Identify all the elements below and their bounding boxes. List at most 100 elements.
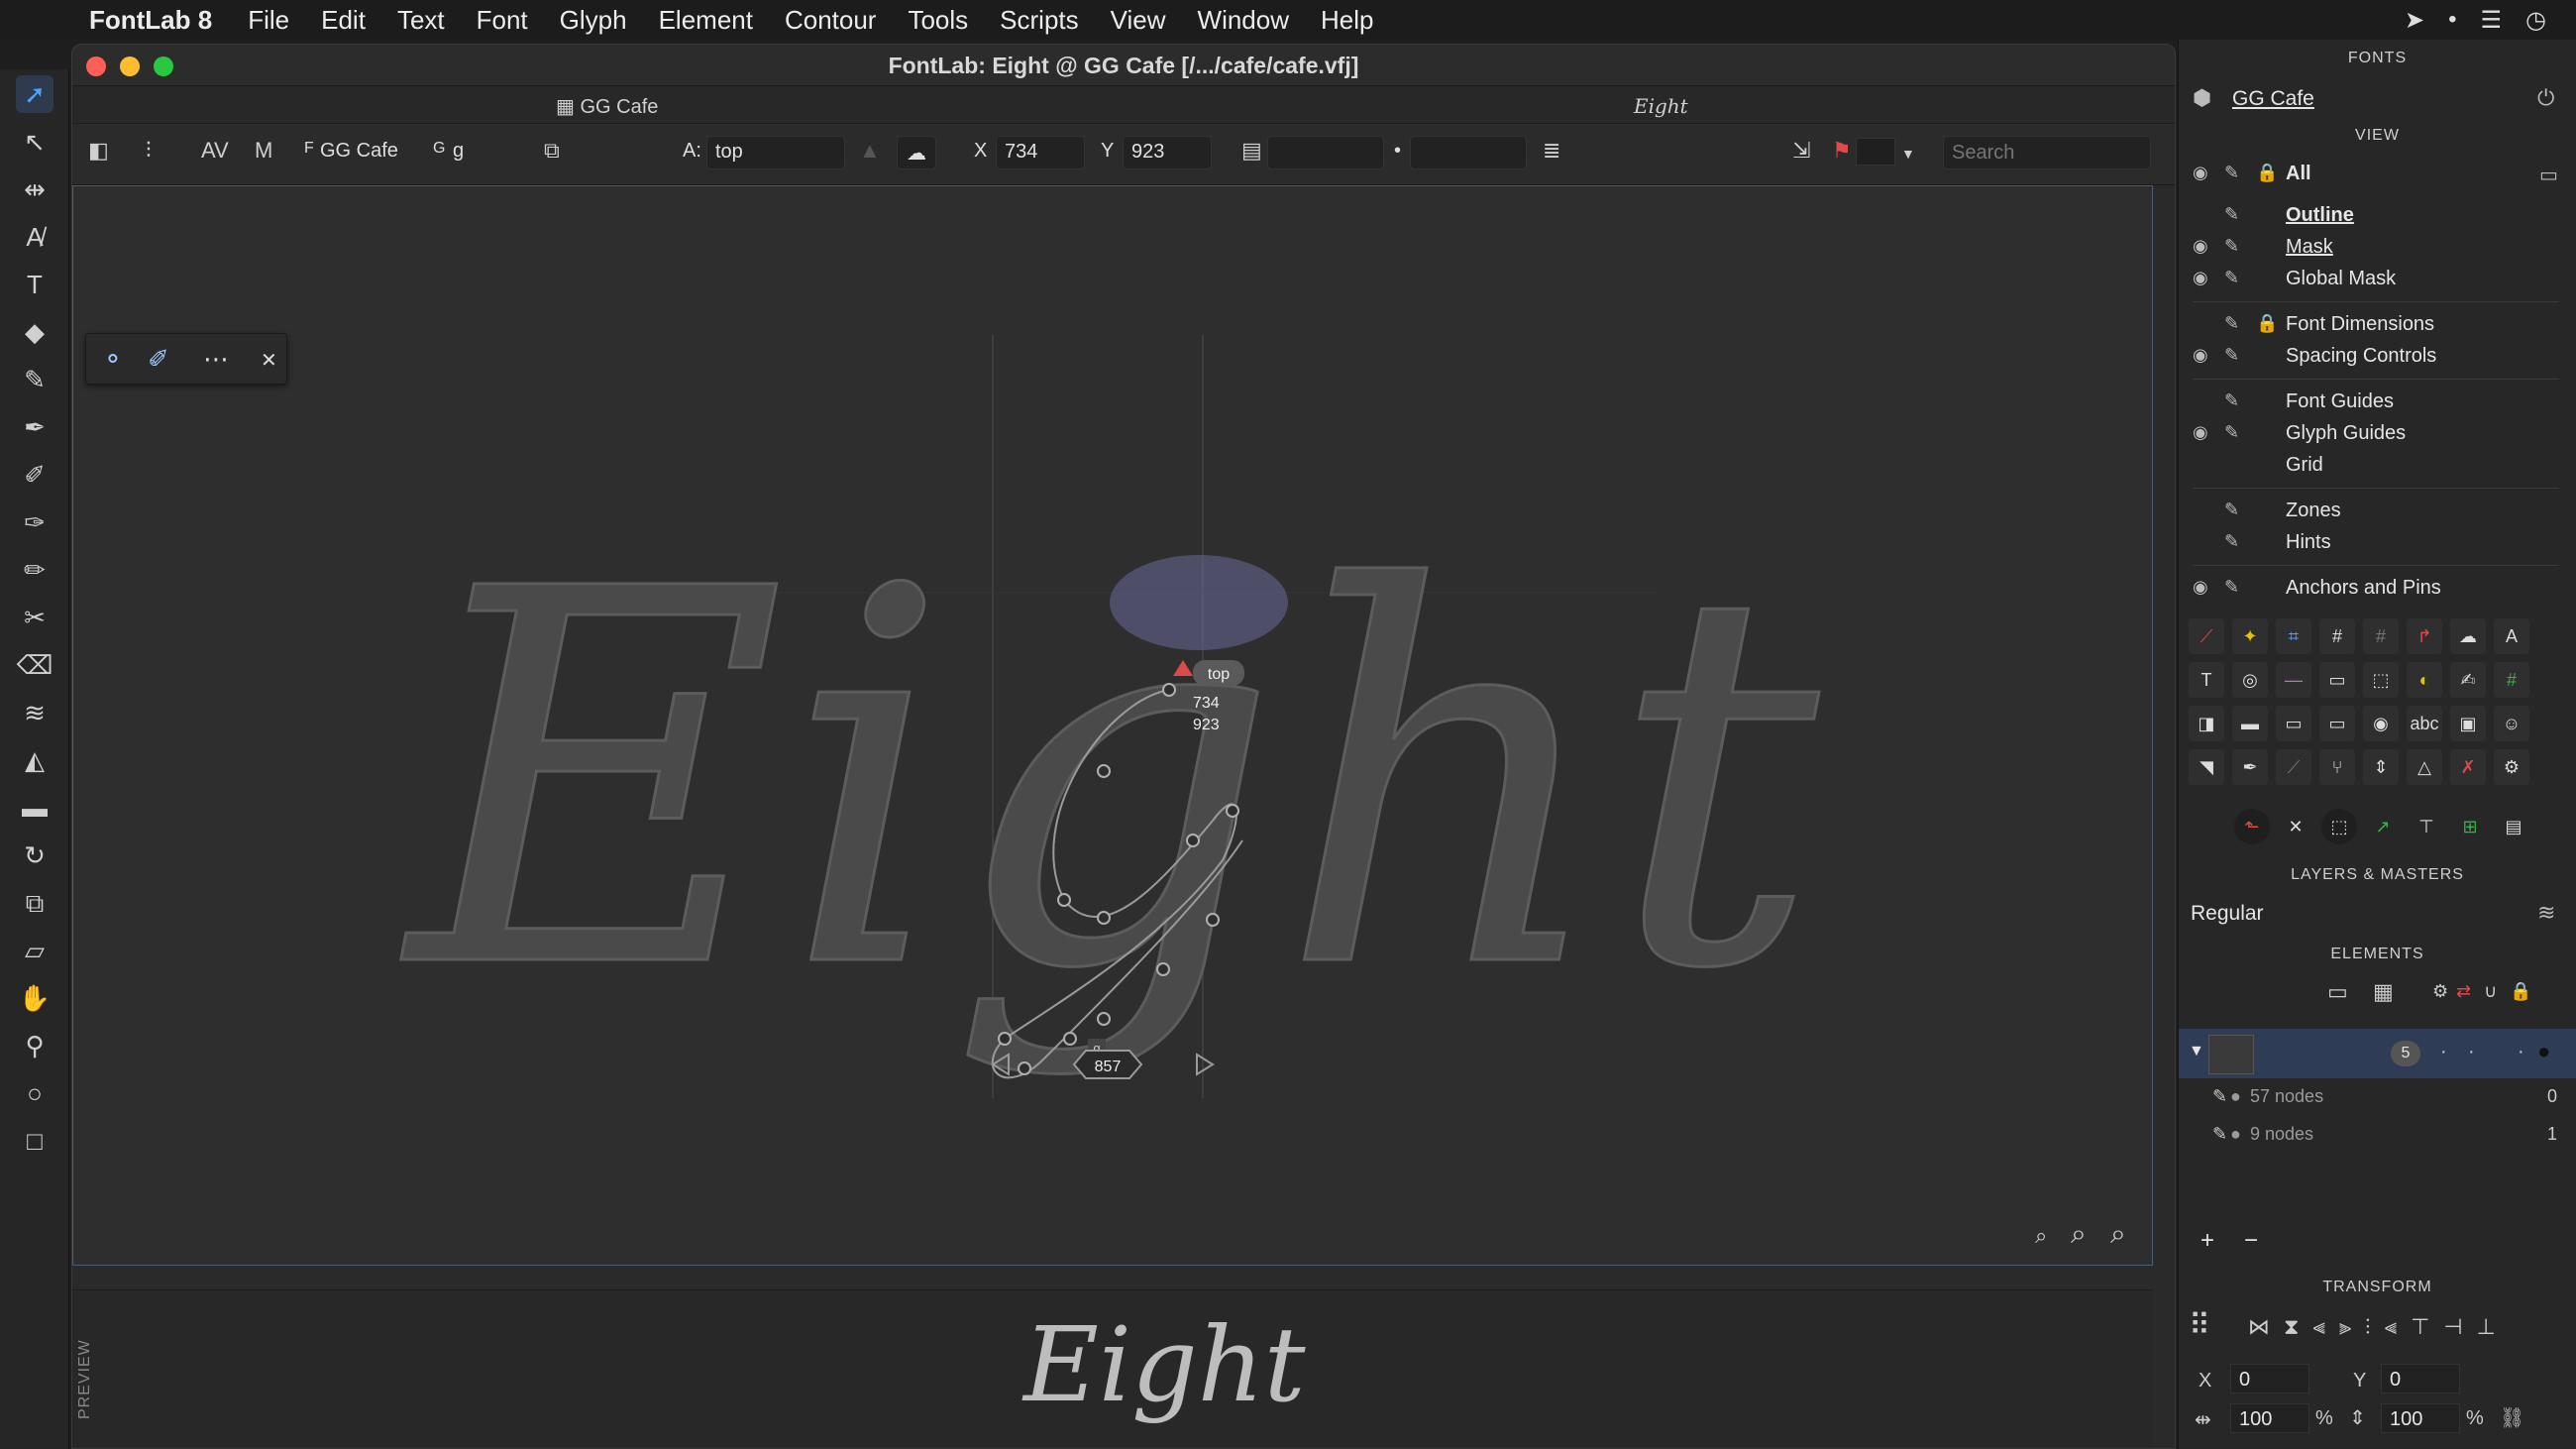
link-proportions-icon[interactable]: ⛓ <box>2500 1405 2524 1430</box>
rapid-tool-icon[interactable]: ✐ <box>16 456 54 494</box>
zoom-out-icon[interactable]: ⌕ <box>2035 1224 2047 1249</box>
view-item-glyph-guides[interactable]: ◉ ✎ Glyph Guides <box>2179 420 2576 450</box>
add-element-button[interactable]: + <box>2200 1227 2214 1255</box>
scale-tool-icon[interactable]: ⧉ <box>16 884 54 922</box>
origin-grid-icon[interactable]: ⠿ <box>2189 1308 2232 1352</box>
metrics-icon[interactable]: ⫶ <box>146 138 152 164</box>
knife-tool-icon[interactable]: ✂ <box>16 599 54 636</box>
value-field-2[interactable] <box>1410 136 1527 169</box>
view-item-mask[interactable]: ◉ ✎ Mask <box>2179 234 2576 264</box>
lock-icon[interactable]: 🔒 <box>2256 313 2278 334</box>
pen-nib-icon[interactable]: ✒ <box>2232 749 2268 785</box>
eye-icon[interactable]: ◉ <box>2193 422 2208 443</box>
grid-icon[interactable]: # <box>2494 662 2529 698</box>
eye-icon[interactable]: ◉ <box>2193 268 2208 288</box>
zoom-icon[interactable]: ⌕ <box>2071 1217 2087 1250</box>
tab-font-window[interactable]: ▦ GG Cafe <box>556 94 658 119</box>
abc-icon[interactable]: abc <box>2407 706 2442 741</box>
text-tool-icon[interactable]: T <box>16 266 54 303</box>
glyph-canvas[interactable]: Eight top 734 923 g 857 ⌕ ⌕ ⌕ ⚬ ✐ ⋯ ✕ <box>72 185 2153 1266</box>
menu-element[interactable]: Element <box>659 5 753 36</box>
sidebar-toggle-icon[interactable]: ◧ <box>88 138 109 164</box>
fonts-current-font[interactable]: GG Cafe <box>2232 87 2314 111</box>
numbers-icon[interactable]: # <box>2319 618 2355 654</box>
scale-height-field[interactable]: 100 <box>2381 1403 2460 1433</box>
arrow-icon[interactable]: ↗ <box>2365 809 2401 844</box>
top-align-icon[interactable]: ⊤ <box>2409 809 2444 844</box>
view-item-grid[interactable]: Grid <box>2179 452 2576 482</box>
ruler-tool-icon[interactable]: ▬ <box>16 789 54 827</box>
eraser-tool-icon[interactable]: ◆ <box>16 313 54 351</box>
search-input[interactable] <box>1943 136 2151 169</box>
lock-icon[interactable]: 🔒 <box>2510 981 2531 1002</box>
menu-glyph[interactable]: Glyph <box>560 5 627 36</box>
clock-icon[interactable]: ◷ <box>2525 6 2546 35</box>
transform-y-field[interactable]: 0 <box>2381 1364 2460 1393</box>
element-panel-icon[interactable]: ▭ <box>2327 979 2348 1005</box>
transform-icons[interactable]: ⋈⧗⫷⫸⫶⫷⊤⊣⊥ <box>2248 1314 2510 1340</box>
calligraphy-tool-icon[interactable]: ≋ <box>16 694 54 731</box>
menu-app-name[interactable]: FontLab 8 <box>89 5 212 36</box>
view-item-spacing-controls[interactable]: ◉ ✎ Spacing Controls <box>2179 343 2576 373</box>
script-icon[interactable]: ✍ <box>2450 662 2486 698</box>
type-icon[interactable]: T <box>2189 662 2224 698</box>
color-swatch[interactable] <box>1856 138 1895 166</box>
kerning-icon[interactable]: AV <box>201 138 229 164</box>
brush-icon[interactable]: ⟋ <box>2276 749 2311 785</box>
list-item[interactable]: ✎ ● 9 nodes 1 <box>2179 1120 2576 1154</box>
flag-icon[interactable]: ◥ <box>2189 749 2224 785</box>
coordinates-icon[interactable]: ⌗ <box>2276 618 2311 654</box>
layer-name[interactable]: Regular <box>2191 902 2264 926</box>
line-icon[interactable]: — <box>2276 662 2311 698</box>
eye-icon[interactable]: ◉ <box>2193 577 2208 598</box>
nodes-icon[interactable]: ⋯ <box>203 344 229 375</box>
value-field-1[interactable] <box>1267 136 1384 169</box>
settings-gear-icon[interactable]: ⚙ <box>2494 749 2529 785</box>
lock-icon[interactable]: 🔒 <box>2256 163 2278 183</box>
hand-tool-icon[interactable]: ✋ <box>16 979 54 1017</box>
anchor-name-field[interactable]: top <box>706 136 845 169</box>
flag-icon[interactable]: ⚑ <box>1832 138 1852 164</box>
preview-text[interactable]: Eight <box>1023 1304 1306 1425</box>
layers-icon[interactable]: ≋ <box>2537 900 2555 926</box>
menu-font[interactable]: Font <box>477 5 528 36</box>
branch-icon[interactable]: ⑂ <box>2319 749 2355 785</box>
remove-element-button[interactable]: − <box>2244 1227 2258 1255</box>
font-name[interactable]: GG Cafe <box>320 140 398 163</box>
glyph-mode-icon[interactable]: M <box>255 138 272 164</box>
contour-tool-icon[interactable]: ⚬ <box>102 344 124 375</box>
page-icon[interactable]: ◨ <box>2189 706 2224 741</box>
menu-tools[interactable]: Tools <box>908 5 968 36</box>
menu-edit[interactable]: Edit <box>321 5 366 36</box>
transform-x-field[interactable]: 0 <box>2230 1364 2309 1393</box>
fill-tool-icon[interactable]: ◭ <box>16 741 54 779</box>
eye-icon[interactable]: ◉ <box>2193 345 2208 366</box>
eyedropper-tool-icon[interactable]: ⚲ <box>16 1027 54 1064</box>
contour-select-tool-icon[interactable]: ➚ <box>16 75 54 113</box>
view-item-font-dimensions[interactable]: ✎ 🔒 Font Dimensions <box>2179 311 2576 341</box>
text-icon[interactable]: A <box>2494 618 2529 654</box>
view-item-anchors-and-pins[interactable]: ◉ ✎ Anchors and Pins <box>2179 575 2576 605</box>
edit-icon[interactable]: ✎ <box>2224 500 2239 520</box>
menu-scripts[interactable]: Scripts <box>1000 5 1078 36</box>
power-pen-icon[interactable]: ✑ <box>16 503 54 541</box>
view-item-outline[interactable]: ✎ Outline <box>2179 202 2576 232</box>
curve-icon[interactable]: ⟋ <box>2189 618 2224 654</box>
edit-icon[interactable]: ✎ <box>2224 390 2239 411</box>
preview-eye-icon[interactable]: ◉ <box>2363 706 2399 741</box>
node-type-icon[interactable]: ⬑ <box>2234 809 2270 844</box>
menu-text[interactable]: Text <box>397 5 445 36</box>
calculator-icon[interactable]: ▤ <box>1241 138 1262 164</box>
document-icon[interactable]: ▤ <box>2496 809 2531 844</box>
numbers-alt-icon[interactable]: # <box>2363 618 2399 654</box>
edit-icon[interactable]: ✎ <box>2224 345 2239 366</box>
kerning-tool-icon[interactable]: A̸ <box>16 218 54 256</box>
view-item-zones[interactable]: ✎ Zones <box>2179 498 2576 527</box>
close-icon[interactable]: ✕ <box>261 348 277 373</box>
zoom-fit-icon[interactable]: ⌕ <box>2110 1217 2126 1250</box>
swirl-icon[interactable]: ◎ <box>2232 662 2268 698</box>
view-item-font-guides[interactable]: ✎ Font Guides <box>2179 389 2576 418</box>
edit-icon[interactable]: ✎ <box>2224 268 2239 288</box>
control-center-icon[interactable]: ☰ <box>2481 6 2503 35</box>
menu-contour[interactable]: Contour <box>785 5 877 36</box>
